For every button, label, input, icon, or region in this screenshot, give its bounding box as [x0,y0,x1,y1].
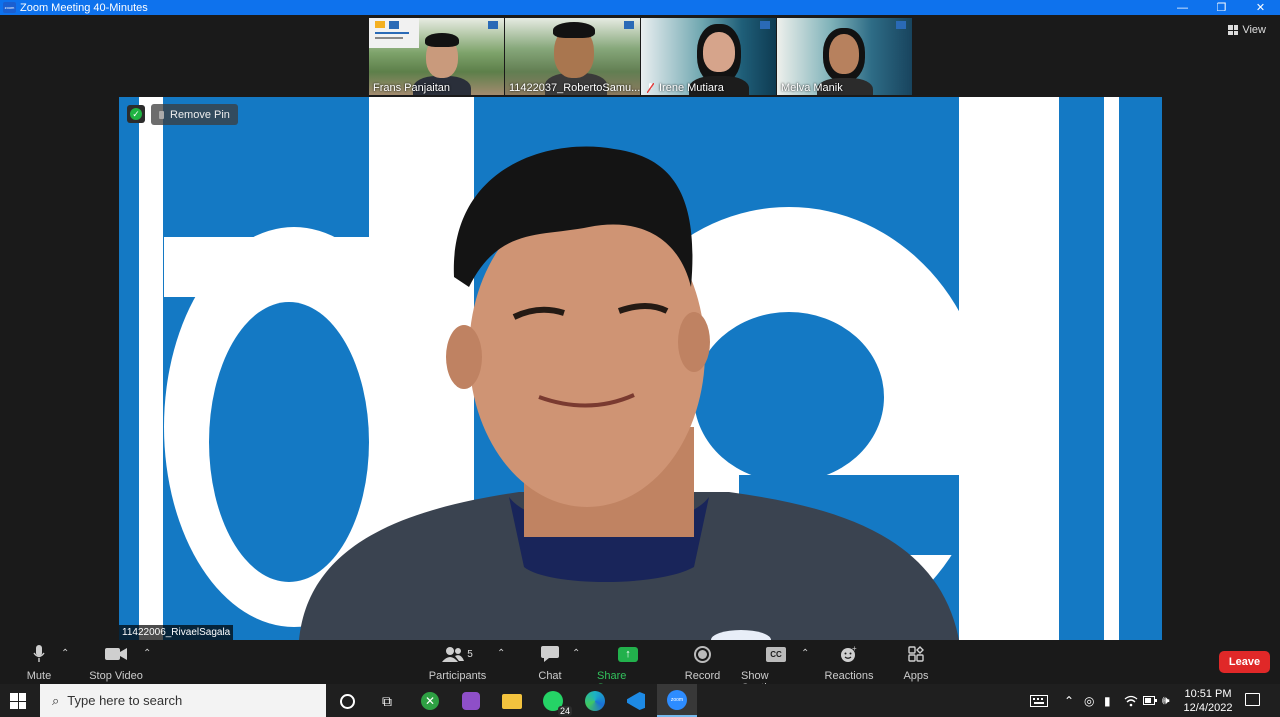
participants-strip: Frans Panjaitan 11422037_RobertoSamu... … [369,18,912,95]
speaker-name-label: 11422006_RivaelSagala [119,625,234,640]
participant-name: Irene Mutiara [659,82,724,94]
battery-icon[interactable] [1143,684,1157,717]
participants-button[interactable]: 5 Participants [429,644,486,682]
photos-app-icon[interactable] [459,689,483,713]
participant-name: Melva Manik [781,82,843,94]
slide-overlay [369,18,419,48]
taskbar-search-input[interactable]: ⌕ Type here to search [40,684,326,717]
taskbar-clock[interactable]: 10:51 PM 12/4/2022 [1180,687,1236,715]
clock-date: 12/4/2022 [1183,702,1233,714]
microphone-icon [33,644,45,664]
edge-browser-icon[interactable] [583,689,607,713]
leave-button[interactable]: Leave [1219,651,1270,673]
participant-tile[interactable]: Melva Manik [777,18,912,95]
reactions-label: Reactions [824,670,874,682]
captions-options-chevron-icon[interactable]: ⌃ [801,648,809,659]
vscode-icon[interactable] [624,689,648,713]
window-controls: — ❐ ✕ [1163,0,1280,15]
participants-icon: 5 [442,644,473,664]
share-screen-icon: ↑ [618,644,638,664]
xbox-icon[interactable]: ✕ [418,689,442,713]
cortana-icon[interactable] [335,689,359,713]
muted-mic-icon [647,83,654,93]
zoom-taskbar-icon[interactable]: zoom [657,684,697,717]
file-explorer-icon[interactable] [500,689,524,713]
search-icon: ⌕ [52,692,60,708]
camera-tray-icon[interactable]: ◎ [1084,684,1094,717]
apps-button[interactable]: Apps [903,644,929,682]
participants-options-chevron-icon[interactable]: ⌃ [497,648,505,659]
participant-tile[interactable]: Irene Mutiara [641,18,776,95]
pen-tray-icon[interactable]: ▮ [1104,684,1111,717]
chat-button[interactable]: Chat [537,644,563,682]
logo-icon [760,21,770,29]
speaker-video-frame [119,97,1162,640]
grid-view-icon [1228,25,1239,35]
chat-bubble-icon [541,644,559,664]
close-button[interactable]: ✕ [1241,0,1280,15]
mute-options-chevron-icon[interactable]: ⌃ [61,648,69,659]
volume-icon[interactable]: 🕪 [1162,684,1170,717]
video-options-chevron-icon[interactable]: ⌃ [143,648,151,659]
tray-expand-chevron-icon[interactable]: ⌃ [1064,684,1074,717]
remove-pin-label: Remove Pin [170,108,230,121]
encryption-shield-icon[interactable]: ✓ [127,105,145,123]
task-view-icon[interactable]: ⧉ [375,689,399,713]
video-camera-icon [105,644,127,664]
mute-button[interactable]: Mute [23,644,55,682]
minimize-button[interactable]: — [1163,0,1202,15]
main-video[interactable]: ✓ Remove Pin 11422006_RivaelSagala [119,97,1162,640]
participant-tile[interactable]: 11422037_RobertoSamu... [505,18,640,95]
stop-video-label: Stop Video [89,670,143,682]
participant-face [829,34,859,74]
mute-label: Mute [26,670,52,682]
view-button[interactable]: View [1228,24,1266,36]
participant-hair [553,22,595,38]
pin-icon [159,110,164,119]
remove-pin-button[interactable]: Remove Pin [151,104,238,125]
chat-label: Chat [538,670,562,682]
apps-icon [908,644,924,664]
window-title: Zoom Meeting 40-Minutes [20,1,148,14]
notifications-icon[interactable] [1245,693,1260,706]
meeting-toolbar: Mute ⌃ Stop Video ⌃ 5 Participants ⌃ Cha… [0,640,1280,694]
participant-name: 11422037_RobertoSamu... [509,82,640,94]
chat-options-chevron-icon[interactable]: ⌃ [572,648,580,659]
whatsapp-badge: 24 [557,706,572,716]
logo-icon [896,21,906,29]
reactions-button[interactable]: + Reactions [824,644,874,682]
clock-time: 10:51 PM [1184,688,1232,700]
participants-label: Participants [428,670,487,682]
zoom-app-icon: zoom [3,2,16,13]
record-label: Record [684,670,721,682]
captions-icon: CC [766,644,786,664]
record-button[interactable]: Record [684,644,721,682]
apps-label: Apps [903,670,929,682]
participant-name: Frans Panjaitan [373,82,451,94]
windows-start-icon[interactable] [10,693,26,709]
logo-icon [624,21,634,29]
record-icon [694,644,711,664]
wifi-icon[interactable] [1124,684,1138,717]
restore-button[interactable]: ❐ [1202,0,1241,15]
smiley-icon: + [840,644,858,664]
participant-face [703,32,735,72]
view-label: View [1242,24,1266,36]
keyboard-icon[interactable] [1030,684,1048,717]
stop-video-button[interactable]: Stop Video [88,644,144,682]
svg-text:+: + [852,645,857,653]
whatsapp-icon[interactable]: 24 [541,689,572,716]
search-placeholder: Type here to search [67,693,183,708]
windows-taskbar: ⌕ Type here to search ⧉ ✕ 24 zoom ⌃ ◎ ▮ … [0,684,1280,717]
participants-count: 5 [467,648,473,660]
logo-icon [488,21,498,29]
participant-tile[interactable]: Frans Panjaitan [369,18,504,95]
participant-hair [425,33,459,47]
title-bar: zoom Zoom Meeting 40-Minutes — ❐ ✕ [0,0,1280,15]
